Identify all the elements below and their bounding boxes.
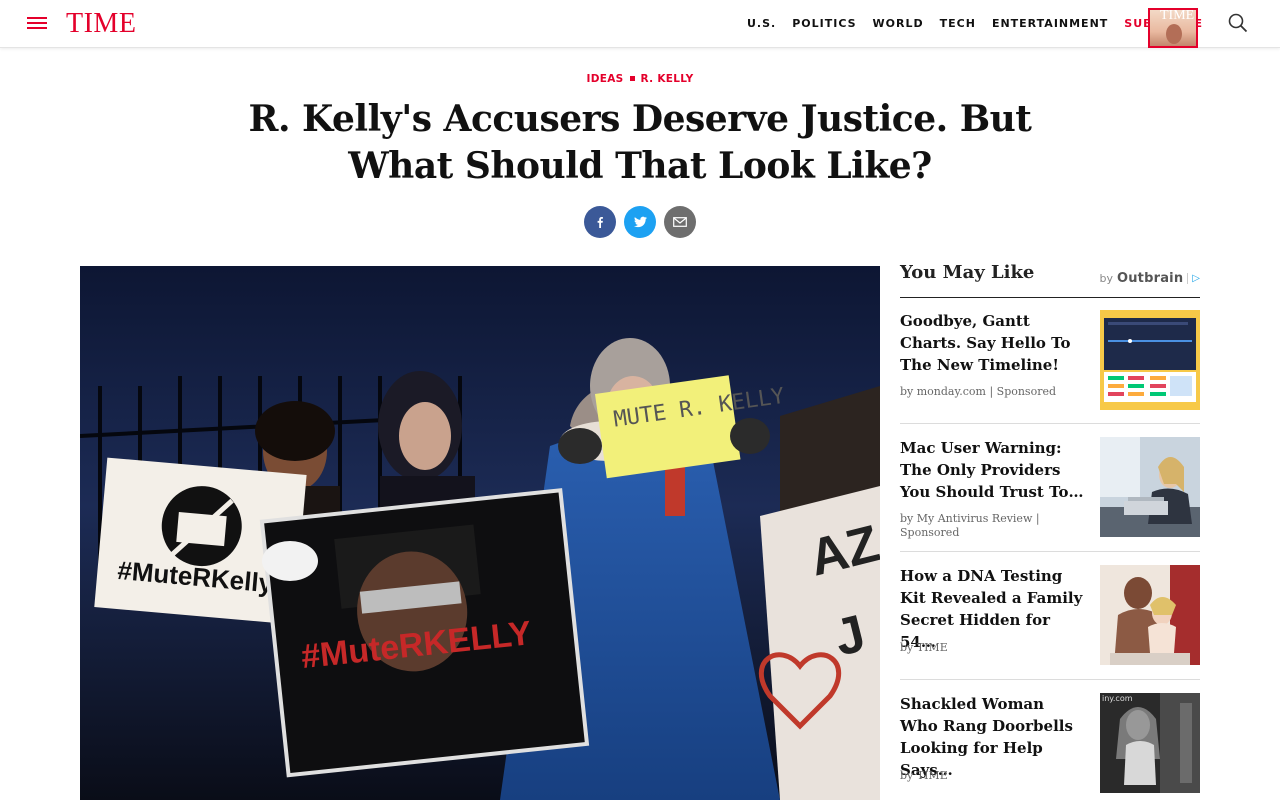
outbrain-logo: Outbrain	[1116, 271, 1184, 286]
adchoices-icon[interactable]: ▷	[1187, 273, 1200, 284]
kicker-separator	[629, 75, 635, 81]
nav-us[interactable]: U.S.	[747, 17, 776, 30]
recommendation-title[interactable]: Shackled Woman Who Rang Doorbells Lookin…	[900, 693, 1086, 781]
hero-photo: AZ J MUTE R. KELLY #MuteRKelly #MuteRKEL…	[80, 266, 880, 800]
recommendation-title[interactable]: Goodbye, Gantt Charts. Say Hello To The …	[900, 310, 1086, 376]
twitter-icon	[633, 216, 647, 228]
recommendation-divider	[900, 551, 1200, 552]
recommendation-thumbnail[interactable]	[1100, 437, 1200, 537]
recommendation-item[interactable]: Shackled Woman Who Rang Doorbells Lookin…	[900, 693, 1200, 793]
facebook-icon	[597, 217, 603, 228]
twitter-share-button[interactable]	[624, 206, 656, 238]
outbrain-by: by	[1099, 272, 1113, 285]
facebook-share-button[interactable]	[584, 206, 616, 238]
site-header: TIME U.S. POLITICS WORLD TECH ENTERTAINM…	[0, 0, 1280, 48]
nav-politics[interactable]: POLITICS	[792, 17, 856, 30]
recommendation-item[interactable]: How a DNA Testing Kit Revealed a Family …	[900, 565, 1200, 665]
recommendation-divider	[900, 679, 1200, 680]
recommendation-thumbnail[interactable]	[1100, 310, 1200, 410]
article-headline: R. Kelly's Accusers Deserve Justice. But…	[248, 98, 1032, 187]
menu-icon[interactable]	[27, 17, 47, 31]
article-kicker: IDEAS R. KELLY	[0, 73, 1280, 85]
recommendation-source: by My Antivirus Review | Sponsored	[900, 512, 1040, 539]
share-buttons	[584, 206, 696, 238]
kicker-topic-link[interactable]: R. KELLY	[641, 73, 694, 85]
recommendation-item[interactable]: Mac User Warning: The Only Providers You…	[900, 437, 1200, 539]
magazine-cover-thumbnail[interactable]: TIME	[1148, 8, 1198, 48]
cover-logo: TIME	[1160, 8, 1195, 23]
email-share-button[interactable]	[664, 206, 696, 238]
main-nav: U.S. POLITICS WORLD TECH ENTERTAINMENT S…	[747, 17, 1203, 30]
recommendation-title[interactable]: How a DNA Testing Kit Revealed a Family …	[900, 565, 1086, 653]
nav-tech[interactable]: TECH	[940, 17, 976, 30]
cover-portrait	[1166, 24, 1182, 44]
time-logo[interactable]: TIME	[66, 8, 136, 40]
recommendation-source: by TIME	[900, 769, 948, 782]
recommendation-source: by TIME	[900, 641, 948, 654]
outbrain-attribution[interactable]: by Outbrain ▷	[1099, 271, 1200, 286]
kicker-section-link[interactable]: IDEAS	[587, 73, 624, 85]
recommendation-divider	[900, 423, 1200, 424]
recommendation-thumbnail[interactable]	[1100, 565, 1200, 665]
protest-photo: AZ J MUTE R. KELLY #MuteRKelly #MuteRKEL…	[80, 266, 880, 800]
nav-entertainment[interactable]: ENTERTAINMENT	[992, 17, 1108, 30]
recommendation-title[interactable]: Mac User Warning: The Only Providers You…	[900, 437, 1086, 503]
email-icon	[673, 217, 687, 227]
recommendation-source: by monday.com | Sponsored	[900, 385, 1057, 398]
nav-world[interactable]: WORLD	[873, 17, 924, 30]
recommendation-thumbnail[interactable]: iny.com	[1100, 693, 1200, 793]
search-icon[interactable]	[1228, 13, 1248, 33]
sidebar-top-rule	[900, 297, 1200, 298]
thumbnail-watermark: iny.com	[1102, 694, 1133, 703]
recommendation-item[interactable]: Goodbye, Gantt Charts. Say Hello To The …	[900, 310, 1200, 410]
recommendations-sidebar: You May Like by Outbrain ▷ Goodbye, Gant…	[900, 262, 1200, 793]
